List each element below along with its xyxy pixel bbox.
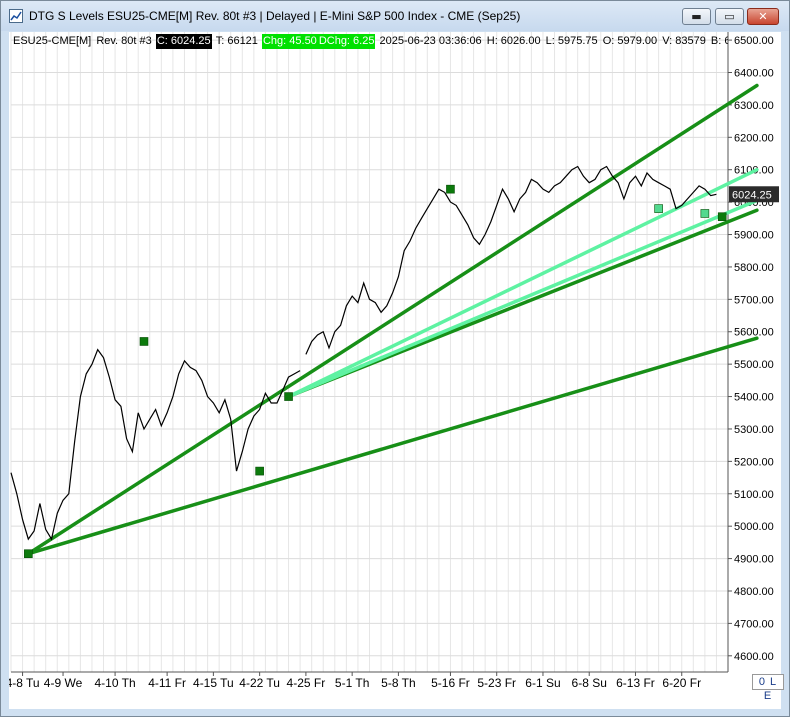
app-icon xyxy=(9,9,23,23)
y-tick-label: 6200.00 xyxy=(734,132,774,144)
y-tick-label: 5900.00 xyxy=(734,230,774,242)
y-tick-label: 6300.00 xyxy=(734,100,774,112)
anchor-marker xyxy=(284,392,293,401)
y-tick-label: 6500.00 xyxy=(734,35,774,47)
last-price-label: 6024.25 xyxy=(732,189,772,201)
y-tick-label: 4600.00 xyxy=(734,651,774,663)
header-rev: Rev. 80t #3 xyxy=(96,35,152,47)
anchor-marker xyxy=(446,184,455,194)
y-tick-label: 4800.00 xyxy=(734,586,774,598)
x-tick-label: 6-1 Su xyxy=(525,676,560,690)
minimize-button[interactable]: ▬ xyxy=(682,8,711,25)
x-tick-label: 4-15 Tu xyxy=(193,676,234,690)
y-tick-label: 5000.00 xyxy=(734,521,774,533)
close-icon: ✕ xyxy=(758,10,768,23)
y-tick-label: 5300.00 xyxy=(734,424,774,436)
y-tick-label: 5200.00 xyxy=(734,456,774,468)
anchor-marker xyxy=(654,204,663,213)
maximize-icon: ▭ xyxy=(724,10,735,23)
header-chg: Chg: 45.50 xyxy=(261,34,318,49)
header-dchg: DChg: 6.25 xyxy=(317,34,376,49)
x-tick-label: 6-13 Fr xyxy=(616,676,655,690)
x-tick-label: 4-8 Tu xyxy=(9,676,40,690)
header-symbol: ESU25-CME[M] xyxy=(13,35,92,47)
x-tick-label: 6-8 Su xyxy=(572,676,607,690)
header-datetime: 2025-06-23 03:36:06 xyxy=(379,35,482,47)
x-tick-label: 4-11 Fr xyxy=(148,676,186,690)
x-tick-label: 4-9 We xyxy=(44,676,83,690)
y-tick-label: 5100.00 xyxy=(734,489,774,501)
x-tick-label: 5-8 Th xyxy=(381,676,415,690)
x-tick-label: 5-16 Fr xyxy=(431,676,470,690)
title-bar[interactable]: DTG S Levels ESU25-CME[M] Rev. 80t #3 | … xyxy=(1,1,789,31)
quote-header: ESU25-CME[M] Rev. 80t #3 C: 6024.25 T: 6… xyxy=(12,34,728,49)
y-tick-label: 4700.00 xyxy=(734,618,774,630)
chart-area[interactable]: 6500.006400.006300.006200.006100.006000.… xyxy=(6,32,784,709)
price-chart[interactable]: 6500.006400.006300.006200.006100.006000.… xyxy=(6,32,781,709)
x-tick-label: 5-1 Th xyxy=(335,676,369,690)
y-tick-label: 5400.00 xyxy=(734,392,774,404)
chart-window: DTG S Levels ESU25-CME[M] Rev. 80t #3 | … xyxy=(0,0,790,717)
header-volume: V: 83579 xyxy=(662,35,706,47)
close-button[interactable]: ✕ xyxy=(747,8,779,25)
minimize-icon: ▬ xyxy=(691,10,702,23)
header-open: O: 5979.00 xyxy=(602,35,658,47)
maximize-button[interactable]: ▭ xyxy=(715,8,744,25)
header-bid: B: 602 xyxy=(710,35,728,47)
y-tick-label: 6400.00 xyxy=(734,68,774,80)
window-title: DTG S Levels ESU25-CME[M] Rev. 80t #3 | … xyxy=(29,9,521,23)
header-low: L: 5975.75 xyxy=(545,35,598,47)
anchor-marker xyxy=(717,212,727,222)
y-tick-label: 5600.00 xyxy=(734,327,774,339)
anchor-marker xyxy=(139,337,149,346)
header-high: H: 6026.00 xyxy=(486,35,541,47)
x-tick-label: 4-10 Th xyxy=(95,676,136,690)
x-tick-label: 4-25 Fr xyxy=(287,676,326,690)
header-ticks: T: 66121 xyxy=(215,35,258,47)
y-tick-label: 4900.00 xyxy=(734,554,774,566)
y-tick-label: 5500.00 xyxy=(734,359,774,371)
ole-indicator[interactable]: 0 L E xyxy=(752,674,784,702)
x-tick-label: 4-22 Tu xyxy=(239,676,280,690)
y-tick-label: 5800.00 xyxy=(734,262,774,274)
y-tick-label: 5700.00 xyxy=(734,294,774,306)
anchor-marker xyxy=(255,466,264,476)
anchor-marker xyxy=(24,549,33,559)
header-close: C: 6024.25 xyxy=(155,34,212,49)
x-tick-label: 5-23 Fr xyxy=(477,676,516,690)
anchor-marker xyxy=(700,209,710,218)
x-tick-label: 6-20 Fr xyxy=(662,676,701,690)
